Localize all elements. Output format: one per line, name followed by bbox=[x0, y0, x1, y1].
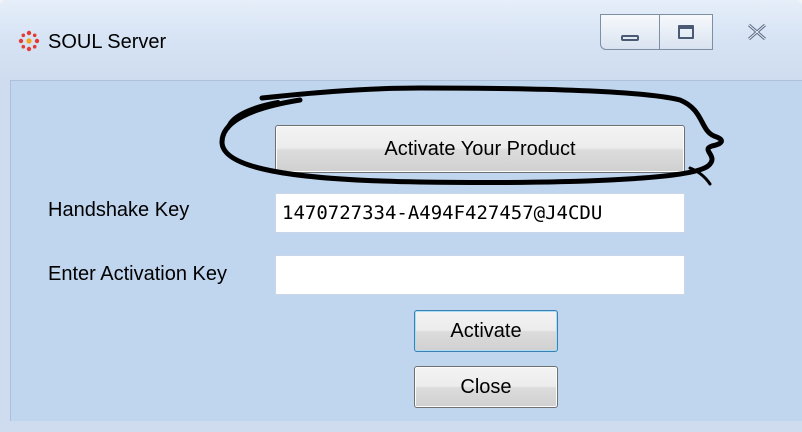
minimize-icon bbox=[621, 35, 639, 41]
dialog-client-area: Activate Your Product Handshake Key 1470… bbox=[10, 80, 802, 421]
soul-server-app-icon bbox=[18, 30, 40, 52]
maximize-icon bbox=[678, 25, 694, 39]
activate-button[interactable]: Activate bbox=[414, 310, 558, 352]
close-window-button[interactable] bbox=[712, 14, 802, 50]
minimize-button[interactable] bbox=[600, 14, 660, 50]
activation-key-label: Enter Activation Key bbox=[48, 263, 227, 285]
activation-key-input[interactable] bbox=[275, 255, 685, 295]
soul-server-window: SOUL Server Activate Your Product Handsh… bbox=[0, 0, 802, 432]
title-bar[interactable]: SOUL Server bbox=[0, 0, 802, 80]
handshake-key-field[interactable]: 1470727334-A494F427457@J4CDU bbox=[275, 193, 685, 233]
window-title: SOUL Server bbox=[48, 31, 167, 53]
close-icon bbox=[748, 23, 766, 41]
maximize-button[interactable] bbox=[659, 14, 713, 50]
activate-your-product-button[interactable]: Activate Your Product bbox=[275, 125, 685, 173]
handshake-key-label: Handshake Key bbox=[48, 199, 190, 221]
close-button[interactable]: Close bbox=[414, 366, 558, 408]
